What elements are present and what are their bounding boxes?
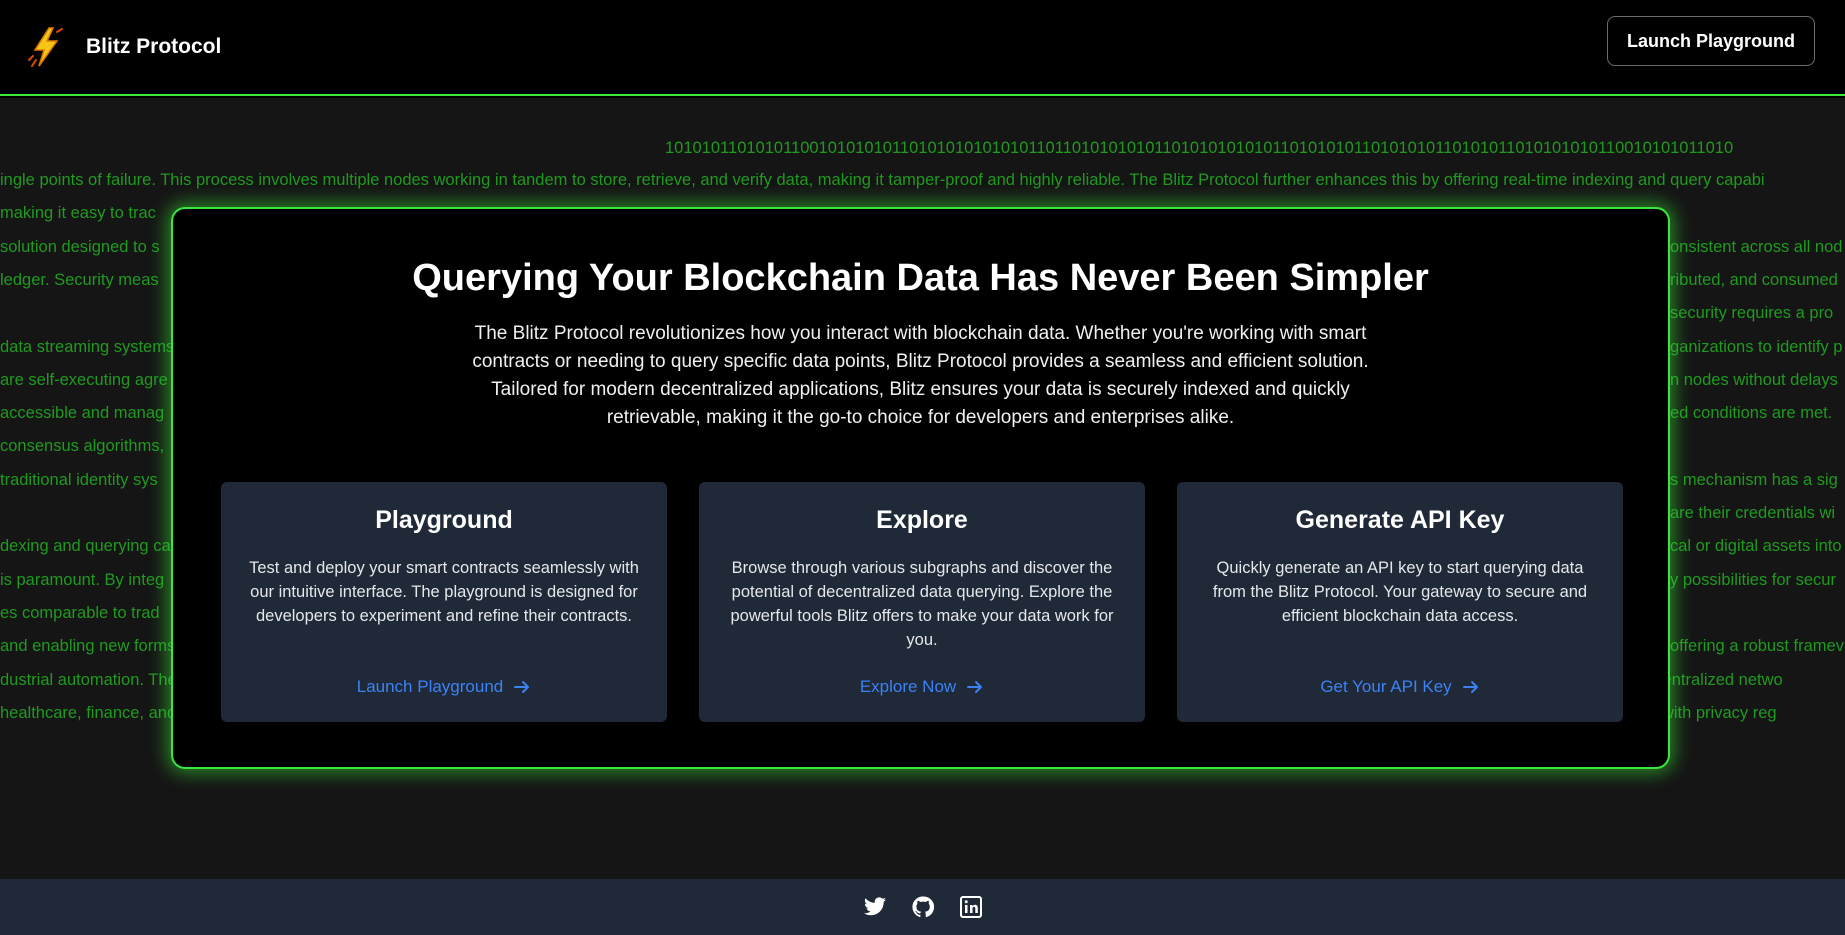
background-text-line: offering a robust framev: [1670, 637, 1844, 656]
feature-title: Generate API Key: [1295, 506, 1505, 534]
background-text-line: consensus algorithms,: [0, 437, 165, 456]
binary-stream: 1010101101010110010101010110101010101010…: [665, 139, 1734, 157]
arrow-right-icon: [513, 678, 531, 696]
background-text-line: data streaming systems: [0, 337, 175, 356]
background-text-line: are their credentials wi: [1670, 504, 1836, 522]
feature-title: Explore: [876, 506, 968, 534]
lightning-bolt-icon: [26, 25, 66, 69]
background-text-line: onsistent across all nod: [1670, 237, 1843, 256]
twitter-icon[interactable]: [863, 895, 887, 919]
brand-name: Blitz Protocol: [86, 35, 222, 58]
background-text-line: ledger. Security meas: [0, 270, 159, 289]
explore-now-link[interactable]: Explore Now: [699, 677, 1145, 697]
hero-description: The Blitz Protocol revolutionizes how yo…: [472, 323, 1369, 428]
background-text-line: is paramount. By integ: [0, 570, 165, 589]
get-api-key-link[interactable]: Get Your API Key: [1177, 677, 1623, 697]
background-text-line: ganizations to identify p: [1670, 337, 1843, 356]
background-text-line: ributed, and consumed: [1670, 270, 1838, 289]
background-text-line: es comparable to trad: [0, 603, 160, 622]
launch-playground-link[interactable]: Launch Playground: [221, 677, 667, 697]
feature-description: Test and deploy your smart contracts sea…: [249, 559, 639, 625]
feature-card-explore: Explore Browse through various subgraphs…: [699, 482, 1145, 722]
footer: [0, 879, 1845, 935]
brand[interactable]: Blitz Protocol: [26, 25, 221, 69]
feature-description: Browse through various subgraphs and dis…: [730, 559, 1114, 649]
background-text-line: ingle points of failure. This process in…: [0, 171, 1765, 189]
link-label: Get Your API Key: [1320, 677, 1452, 696]
background-text-line: n nodes without delays: [1670, 370, 1838, 389]
background-text-line: dexing and querying ca: [0, 537, 171, 556]
background-text-line: y possibilities for secur: [1670, 570, 1836, 589]
background-text-line: cal or digital assets into: [1670, 537, 1842, 556]
github-icon[interactable]: [911, 895, 935, 919]
background-text-line: ed conditions are met.: [1670, 404, 1833, 423]
link-label: Explore Now: [859, 677, 957, 696]
background-text-line: solution designed to s: [0, 237, 160, 256]
background-text-line: are self-executing agre: [0, 370, 168, 389]
hero-card: Querying Your Blockchain Data Has Never …: [171, 207, 1670, 769]
arrow-right-icon: [1462, 678, 1480, 696]
arrow-right-icon: [966, 678, 984, 696]
feature-description: Quickly generate an API key to start que…: [1212, 559, 1588, 625]
background-text-line: traditional identity sys: [0, 470, 158, 489]
top-nav: Blitz Protocol Launch Playground: [0, 0, 1845, 96]
page-title: Querying Your Blockchain Data Has Never …: [412, 257, 1429, 299]
linkedin-icon[interactable]: [959, 895, 983, 919]
link-label: Launch Playground: [356, 677, 504, 696]
background-text-line: making it easy to trac: [0, 204, 156, 223]
launch-playground-button[interactable]: Launch Playground: [1606, 16, 1815, 66]
feature-title: Playground: [375, 506, 513, 534]
background-text-line: accessible and manag: [0, 404, 165, 423]
background-text-line: security requires a pro: [1670, 304, 1834, 323]
background-text-line: s mechanism has a sig: [1670, 470, 1838, 489]
feature-card-playground: Playground Test and deploy your smart co…: [221, 482, 667, 722]
feature-card-api-key: Generate API Key Quickly generate an API…: [1177, 482, 1623, 722]
